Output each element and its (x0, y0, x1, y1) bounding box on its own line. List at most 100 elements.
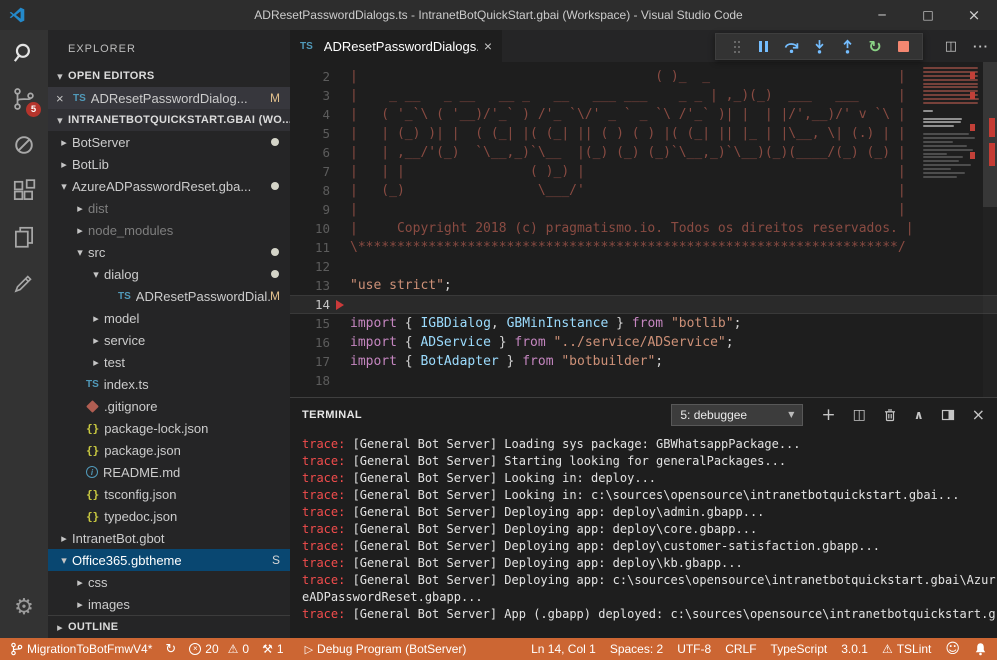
tasks-indicator[interactable]: ⚒ 1 (262, 642, 283, 656)
close-icon[interactable]: × (484, 38, 492, 54)
tslint-indicator[interactable]: ⚠ TSLint (882, 642, 931, 656)
code-line-6[interactable]: 6| | ,__/'(_) `\__,_)`\__ |(_) (_) (_)`\… (290, 143, 997, 162)
terminal-tab[interactable]: TERMINAL (302, 409, 362, 421)
code-text: | | ,__/'(_) `\__,_)`\__ |(_) (_) (_)`\_… (350, 143, 906, 162)
step-into-icon[interactable] (805, 34, 833, 59)
pause-icon[interactable] (749, 34, 777, 59)
outline-section-header[interactable]: ▸ OUTLINE (48, 615, 290, 638)
code-line-16[interactable]: 16import { ADService } from "../service/… (290, 333, 997, 352)
code-editor[interactable]: 2| ( )_ _ |3| _ __ _ __ __ _ __ ___ ___ … (290, 62, 997, 397)
feedback-smiley-icon[interactable]: ☺ (945, 641, 960, 657)
code-line-2[interactable]: 2| ( )_ _ | (290, 67, 997, 86)
tree-item-service[interactable]: ▸service (48, 329, 290, 351)
notifications-bell-icon[interactable] (974, 642, 987, 656)
source-control-icon[interactable]: 5 (0, 76, 48, 122)
code-line-18[interactable]: 18 (290, 371, 997, 390)
language-indicator[interactable]: TypeScript (771, 642, 828, 656)
stop-icon[interactable] (889, 34, 917, 59)
code-line-5[interactable]: 5| | (_) )| | ( (_| |( (_| || ( ) ( ) |(… (290, 124, 997, 143)
panel-position-icon[interactable] (941, 408, 955, 422)
step-over-icon[interactable] (777, 34, 805, 59)
code-line-12[interactable]: 12 (290, 257, 997, 276)
close-panel-icon[interactable]: × (972, 405, 985, 424)
tree-item-label: css (88, 575, 108, 590)
sync-button[interactable]: ↻ (165, 642, 176, 657)
edit-icon[interactable] (0, 260, 48, 306)
terminal-selector[interactable]: 5: debuggee ▼ (671, 404, 803, 426)
tree-item-index-ts[interactable]: TSindex.ts (48, 373, 290, 395)
tree-item-dist[interactable]: ▸dist (48, 197, 290, 219)
tree-item-dialog[interactable]: ▾dialog (48, 263, 290, 285)
tree-item-src[interactable]: ▾src (48, 241, 290, 263)
close-icon[interactable]: × (56, 91, 73, 106)
code-line-3[interactable]: 3| _ __ _ __ __ _ __ ___ ___ _ _ | ,_)(_… (290, 86, 997, 105)
maximize-button[interactable]: □ (905, 0, 951, 30)
search-icon[interactable] (0, 30, 48, 76)
gear-glyph: ⚙ (14, 595, 34, 620)
cursor-position[interactable]: Ln 14, Col 1 (531, 642, 596, 656)
tree-item-typedoc-json[interactable]: {}typedoc.json (48, 505, 290, 527)
tree-item-adresetpassworddial[interactable]: TSADResetPasswordDial...M (48, 285, 290, 307)
warning-icon: ⚠ (228, 642, 239, 656)
code-line-14[interactable]: 14 (290, 295, 997, 314)
eol-indicator[interactable]: CRLF (725, 642, 756, 656)
tree-item-readme-md[interactable]: iREADME.md (48, 461, 290, 483)
open-editor-item[interactable]: × TS ADResetPasswordDialog... M (48, 87, 290, 109)
tree-item-gitignore[interactable]: .gitignore (48, 395, 290, 417)
tab-adresetpassworddialogs[interactable]: TS ADResetPasswordDialogs.ts × (290, 30, 502, 62)
typescript-file-icon: TS (86, 379, 99, 390)
tree-item-botserver[interactable]: ▸BotServer (48, 131, 290, 153)
tree-item-azureadpasswordreset-gba[interactable]: ▾AzureADPasswordReset.gba... (48, 175, 290, 197)
restart-icon[interactable]: ↻ (861, 34, 889, 59)
line-number: 10 (290, 219, 330, 238)
kill-terminal-icon[interactable] (883, 408, 897, 422)
minimize-button[interactable]: ─ (859, 0, 905, 30)
extensions-icon[interactable] (0, 168, 48, 214)
tree-item-package-lock-json[interactable]: {}package-lock.json (48, 417, 290, 439)
step-out-icon[interactable] (833, 34, 861, 59)
code-line-13[interactable]: 13"use strict"; (290, 276, 997, 295)
open-editors-header[interactable]: ▾ OPEN EDITORS (48, 65, 290, 87)
indentation-indicator[interactable]: Spaces: 2 (610, 642, 663, 656)
tree-item-tsconfig-json[interactable]: {}tsconfig.json (48, 483, 290, 505)
split-editor-icon[interactable]: ◫ (945, 39, 957, 54)
json-file-icon: {} (86, 422, 99, 435)
code-line-8[interactable]: 8| (_) \___/' | (290, 181, 997, 200)
tree-item-node-modules[interactable]: ▸node_modules (48, 219, 290, 241)
chevron-right-icon: ▸ (72, 202, 88, 215)
tree-item-images[interactable]: ▸images (48, 593, 290, 615)
workspace-section-header[interactable]: ▾ INTRANETBOTQUICKSTART.GBAI (WO... (48, 109, 290, 131)
code-line-4[interactable]: 4| ( '_`\ ( '__)/'_` ) /'_ `\/' _ ` _ `\… (290, 105, 997, 124)
problems-indicator[interactable]: × 20 ⚠ 0 (189, 642, 249, 656)
settings-gear-icon[interactable]: ⚙ (0, 584, 48, 630)
code-line-10[interactable]: 10| Copyright 2018 (c) pragmatismo.io. T… (290, 219, 997, 238)
code-line-9[interactable]: 9| | (290, 200, 997, 219)
split-terminal-icon[interactable]: ◫ (853, 407, 866, 423)
tree-item-intranetbot-gbot[interactable]: ▸IntranetBot.gbot (48, 527, 290, 549)
drag-handle-icon[interactable] (721, 34, 749, 59)
git-branch-indicator[interactable]: MigrationToBotFmwV4* (10, 642, 152, 656)
editor-scrollbar[interactable] (983, 62, 997, 397)
tree-item-model[interactable]: ▸model (48, 307, 290, 329)
tree-item-office365-gbtheme[interactable]: ▾Office365.gbthemeS (48, 549, 290, 571)
tree-item-package-json[interactable]: {}package.json (48, 439, 290, 461)
code-line-7[interactable]: 7| | | ( )_) | | (290, 162, 997, 181)
tree-item-css[interactable]: ▸css (48, 571, 290, 593)
tree-item-botlib[interactable]: ▸BotLib (48, 153, 290, 175)
tree-item-test[interactable]: ▸test (48, 351, 290, 373)
more-actions-icon[interactable]: ··· (973, 39, 989, 54)
debug-target[interactable]: ▷ Debug Program (BotServer) (305, 642, 467, 656)
new-terminal-icon[interactable]: + (821, 405, 835, 425)
close-button[interactable]: × (951, 0, 997, 30)
code-line-11[interactable]: 11\*************************************… (290, 238, 997, 257)
code-line-17[interactable]: 17import { BotAdapter } from "botbuilder… (290, 352, 997, 371)
terminal-header: TERMINAL 5: debuggee ▼ + ◫ ∧ × (290, 398, 997, 431)
chevron-down-icon: ▾ (88, 268, 104, 281)
encoding-indicator[interactable]: UTF-8 (677, 642, 711, 656)
code-line-15[interactable]: 15import { IGBDialog, GBMinInstance } fr… (290, 314, 997, 333)
terminal-output[interactable]: trace: [General Bot Server] Loading sys … (290, 431, 997, 623)
version-indicator[interactable]: 3.0.1 (841, 642, 868, 656)
documents-icon[interactable] (0, 214, 48, 260)
debug-icon[interactable] (0, 122, 48, 168)
maximize-panel-icon[interactable]: ∧ (914, 408, 924, 422)
